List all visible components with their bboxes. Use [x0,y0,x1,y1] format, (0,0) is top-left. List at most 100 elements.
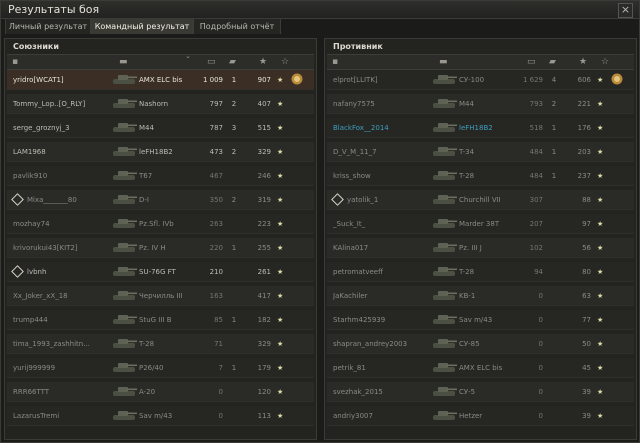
premium-star-icon: ★ [277,76,284,84]
window-title: Результаты боя [8,3,100,16]
player-row[interactable]: Mixa_______80 D-I 350 2 319 ★ [7,190,314,210]
player-row[interactable]: petromatveeff T-28 94 80 ★ [327,262,634,282]
xp-value: 39 [582,388,591,396]
player-row[interactable]: serge_groznyj_3 M44 787 3 515 ★ [7,118,314,138]
tank-icon [431,97,457,110]
player-row[interactable]: RRR66TTT A-20 0 120 ★ [7,382,314,402]
player-row[interactable]: LAM1968 leFH18B2 473 2 329 ★ [7,142,314,162]
player-row[interactable]: KAlina017 Pz. III J 102 56 ★ [327,238,634,258]
vehicle-name: StuG III B [139,316,172,324]
damage-value: 71 [214,340,223,348]
player-row[interactable]: Xx_Joker_xX_18 Черчилль III 163 417 ★ [7,286,314,306]
xp-value: 176 [577,124,591,132]
player-row[interactable]: _Suck_It_ Marder 38T 207 97 ★ [327,214,634,234]
premium-star-icon: ★ [277,124,284,132]
title-bar: Результаты боя × [1,1,639,19]
vehicle-name: СУ-100 [459,76,485,84]
xp-star-icon[interactable]: ★ [259,57,267,67]
premium-star-icon: ★ [597,340,604,348]
kills-value: 1 [231,316,237,324]
player-row[interactable]: Tommy_Lop..[O_RLY] Nashorn 797 2 407 ★ [7,94,314,114]
player-row[interactable]: LazarusTremi Sav m/43 0 113 ★ [7,406,314,426]
close-button[interactable]: × [618,3,633,18]
player-row[interactable]: BlackFox__2014 leFH18B2 518 1 176 ★ [327,118,634,138]
player-name: shapran_andrey2003 [333,340,408,348]
allies-title: Союзники [13,42,59,51]
player-row[interactable]: kriss_show T-28 484 1 237 ★ [327,166,634,186]
player-row[interactable]: petrik_81 AMX ELC bis 0 45 ★ [327,358,634,378]
xp-value: 221 [577,100,591,108]
tank-icon [431,409,457,422]
tank-icon [431,217,457,230]
xp-value: 179 [257,364,271,372]
player-row[interactable]: pavlik910 T67 467 246 ★ [7,166,314,186]
player-row[interactable]: mozhay74 Pz.Sfl. IVb 263 223 ★ [7,214,314,234]
player-row[interactable]: tima_1993_zashhitn... T-28 71 329 ★ [7,334,314,354]
premium-star-icon: ★ [597,388,604,396]
xp-value: 63 [582,292,591,300]
damage-value: 1 629 [522,76,543,84]
xp-value: 39 [582,412,591,420]
player-row[interactable]: yridro[WCAT1] AMX ELC bis 1 009 1 907 ★ [7,70,314,90]
player-name: yatolik_1 [347,196,379,204]
tab-detailed-report[interactable]: Подробный отчёт [193,18,281,34]
damage-icon[interactable]: ▭ [207,57,216,67]
player-name: RRR66TTT [13,388,50,396]
premium-star-icon: ★ [597,76,604,84]
player-row[interactable]: elprot[LLITK] СУ-100 1 629 4 606 ★ [327,70,634,90]
premium-star-icon: ★ [597,220,604,228]
player-row[interactable]: shapran_andrey2003 СУ-85 0 50 ★ [327,334,634,354]
vehicle-name: Pz. IV H [139,244,166,252]
player-row[interactable]: svezhak_2015 СУ-5 0 39 ★ [327,382,634,402]
vehicle-icon[interactable]: ▬ [119,57,128,67]
premium-star-icon[interactable]: ☆ [601,57,609,67]
player-row[interactable]: trump444 StuG III B 85 1 182 ★ [7,310,314,330]
tab-personal-result[interactable]: Личный результат [5,18,91,34]
tab-team-result[interactable]: Командный результат [91,18,193,34]
damage-value: 85 [214,316,223,324]
xp-value: 56 [582,244,591,252]
damage-value: 787 [209,124,223,132]
player-row[interactable]: yurij999999 P26/40 7 1 179 ★ [7,358,314,378]
premium-star-icon: ★ [277,316,284,324]
vehicle-name: Churchill VII [459,196,501,204]
player-row[interactable]: D_V_M_11_7 T-34 484 1 203 ★ [327,142,634,162]
tank-class-icon[interactable]: ▪ [332,57,338,67]
xp-value: 80 [582,268,591,276]
premium-star-icon: ★ [277,292,284,300]
kills-value: 1 [551,172,557,180]
vehicle-name: A-20 [139,388,156,396]
player-row[interactable]: andriy3007 Hetzer 0 39 ★ [327,406,634,426]
premium-star-icon: ★ [277,412,284,420]
vehicle-name: D-I [139,196,149,204]
kills-icon[interactable]: ▰ [229,57,236,67]
tank-icon [431,121,457,134]
player-row[interactable]: yatolik_1 Churchill VII 307 88 ★ [327,190,634,210]
tank-icon [431,169,457,182]
kills-icon[interactable]: ▰ [549,57,556,67]
player-row[interactable]: krivorukui43[KIT2] Pz. IV H 220 1 255 ★ [7,238,314,258]
vehicle-name: Sav m/43 [139,412,173,420]
xp-value: 606 [577,76,591,84]
platoon-icon [331,193,344,206]
player-name: tima_1993_zashhitn... [13,340,90,348]
xp-star-icon[interactable]: ★ [579,57,587,67]
player-name: Mixa_______80 [27,196,77,204]
player-row[interactable]: lvbnh SU-76G FT 210 261 ★ [7,262,314,282]
player-name: KAlina017 [333,244,369,252]
premium-star-icon: ★ [597,316,604,324]
kills-value: 2 [231,148,237,156]
tank-icon [111,169,137,182]
player-row[interactable]: nafany7575 M44 793 2 221 ★ [327,94,634,114]
tank-class-icon[interactable]: ▪ [12,57,18,67]
player-row[interactable]: Starhm425939 Sav m/43 0 77 ★ [327,310,634,330]
damage-icon[interactable]: ▭ [527,57,536,67]
vehicle-name: T-28 [459,268,475,276]
premium-star-icon: ★ [277,364,284,372]
damage-value: 467 [209,172,223,180]
premium-star-icon[interactable]: ☆ [281,57,289,67]
vehicle-icon[interactable]: ▬ [439,57,448,67]
tank-icon [431,289,457,302]
damage-value: 0 [218,388,223,396]
player-row[interactable]: JaKachiler KB-1 0 63 ★ [327,286,634,306]
